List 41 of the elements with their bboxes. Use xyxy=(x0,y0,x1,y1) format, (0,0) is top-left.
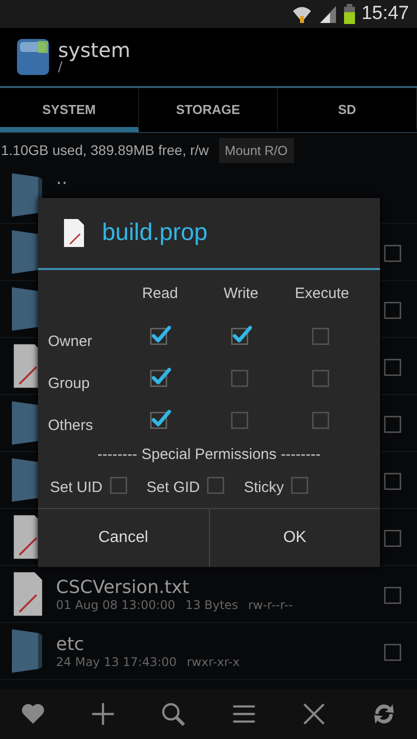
option-label: Set GID xyxy=(146,478,200,496)
permission-checkbox[interactable] xyxy=(149,408,171,430)
dialog-button[interactable]: OK xyxy=(210,509,380,567)
document-icon xyxy=(62,218,86,248)
dialog-title: build.prop xyxy=(102,219,208,247)
path-label: / xyxy=(58,61,62,75)
section-heading: -------- Special Permissions -------- xyxy=(96,446,322,463)
folder-title: system xyxy=(58,39,130,61)
tab[interactable]: STORAGE xyxy=(139,88,278,132)
option-label: Set UID xyxy=(50,478,103,496)
row-label: Owner xyxy=(48,333,94,352)
app-icon[interactable] xyxy=(16,37,52,77)
file-name: etc xyxy=(56,634,86,654)
file-name: CSCVersion.txt xyxy=(56,576,190,598)
close-icon[interactable] xyxy=(300,701,327,727)
file-detail: 24 May 13 17:43:00 xyxy=(56,654,177,668)
permission-checkbox[interactable] xyxy=(230,324,252,346)
battery-icon xyxy=(344,4,356,24)
clock: 15:47 xyxy=(361,3,409,25)
row-label: Others xyxy=(48,417,94,436)
column-header: Write xyxy=(222,284,260,302)
permission-checkbox[interactable] xyxy=(149,324,171,346)
file-detail: 01 Aug 08 13:00:00 xyxy=(56,598,176,612)
tab[interactable]: SD xyxy=(278,88,417,132)
file-detail: 13 Bytes xyxy=(185,598,238,612)
wifi-icon xyxy=(292,4,312,24)
dialog-button[interactable]: Cancel xyxy=(38,509,210,567)
column-header: Execute xyxy=(294,284,350,302)
search-icon[interactable] xyxy=(160,701,186,727)
row-label: Group xyxy=(48,375,91,394)
file-name: .. xyxy=(56,168,68,189)
option-label: Sticky xyxy=(244,478,284,496)
plus-icon[interactable] xyxy=(90,701,116,727)
file-detail: rwxr-xr-x xyxy=(186,654,240,668)
signal-icon xyxy=(318,4,338,24)
column-header: Read xyxy=(141,284,179,302)
mount-button[interactable]: Mount R/O xyxy=(218,138,294,162)
permission-checkbox[interactable] xyxy=(149,366,171,388)
tab[interactable]: SYSTEM xyxy=(0,88,139,132)
file-detail: rw-r--r-- xyxy=(248,598,293,612)
storage-info: 1.10GB used, 389.89MB free, r/w xyxy=(1,142,209,158)
